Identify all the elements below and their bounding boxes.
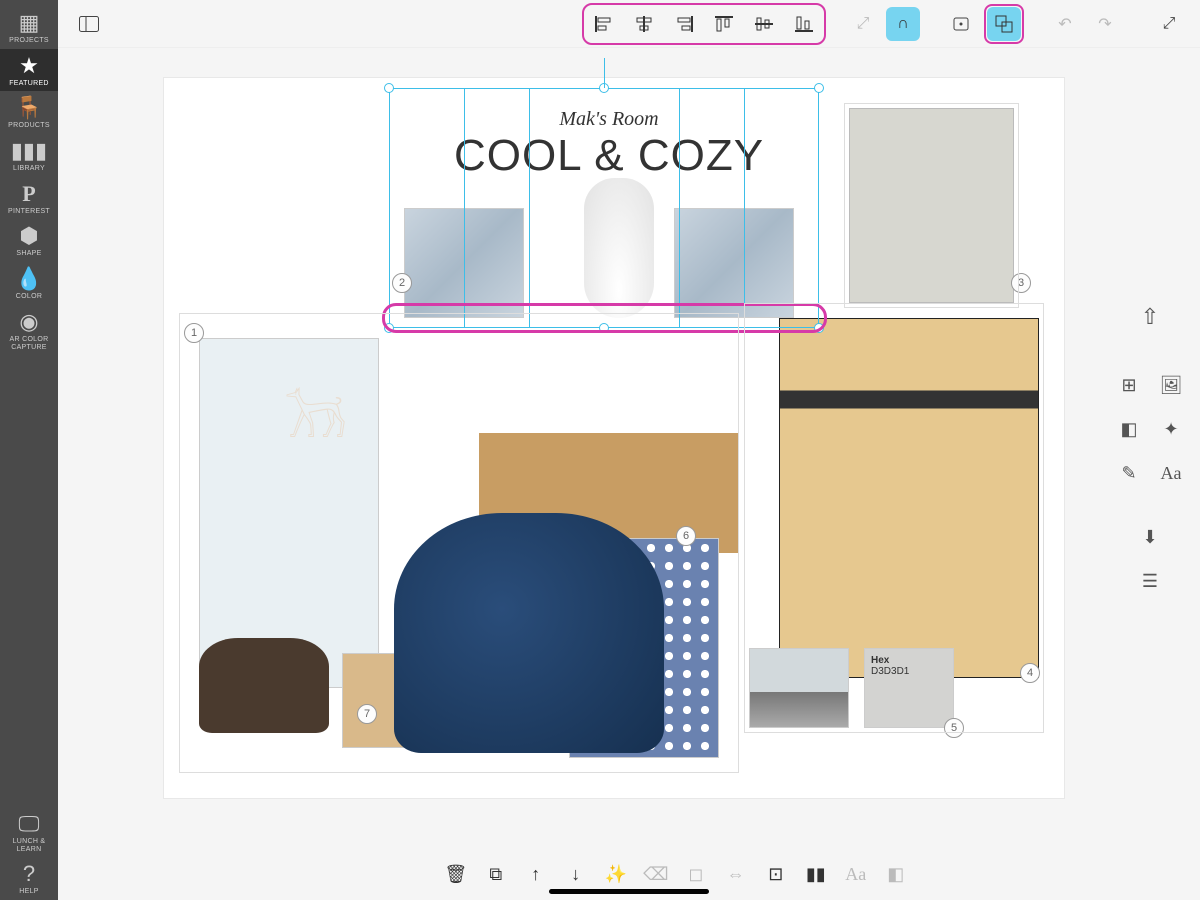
guide-line [464,88,465,328]
undo-button[interactable]: ↶ [1048,7,1082,41]
align-bottom-button[interactable] [786,7,822,41]
sidebar-item-help[interactable]: ? HELP [0,857,58,900]
home-indicator [549,889,709,894]
text-tool-button[interactable]: Aa [1154,456,1188,490]
swatch-add-button[interactable]: ◧ [882,860,910,888]
mask-button[interactable]: ◻ [682,860,710,888]
duplicate-button[interactable]: ⧉ [482,860,510,888]
align-left-button[interactable] [586,7,622,41]
question-icon: ? [23,863,35,885]
eraser-button[interactable]: ⌫ [642,860,670,888]
left-sidebar: ▦ PROJECTS ★ FEATURED 🪑 PRODUCTS ▮▮▮ LIB… [0,0,58,900]
right-panel: ⇧ ⊞ 🖼 ◧ ✦ ✎ Aa ⬇ ☰ [1112,300,1188,598]
transform-lock-button[interactable]: ⤢ [846,7,880,41]
fullscreen-button[interactable]: ⤢ [1152,7,1186,41]
sidebar-label: PROJECTS [9,37,49,45]
guide-line [529,88,530,328]
tv-icon: 🖵 [18,813,39,835]
moodboard-canvas[interactable]: 𓃡 Hex D3D3D1 [164,78,1064,798]
sidebar-item-products[interactable]: 🪑 PRODUCTS [0,91,58,134]
image-tool-button[interactable]: 🖼 [1154,368,1188,402]
books-icon: ▮▮▮ [11,140,47,162]
library-add-button[interactable]: ▮▮ [802,860,830,888]
guide-line [679,88,680,328]
share-button[interactable]: ⇧ [1133,300,1167,334]
guide-line [744,88,745,328]
chair-icon: 🪑 [15,97,42,119]
sidebar-label: PRODUCTS [8,122,50,130]
layers-button[interactable]: ☰ [1133,564,1167,598]
top-toolbar: ⤢ ∩ ↶ ↷ ⤢ [58,0,1200,48]
align-right-button[interactable] [666,7,702,41]
sidebar-label: LUNCH & LEARN [0,838,58,853]
sidebar-item-ar-color[interactable]: ◉ AR COLOR CAPTURE [0,305,58,355]
sidebar-item-library[interactable]: ▮▮▮ LIBRARY [0,134,58,177]
cube-icon: ⬢ [19,225,38,247]
sidebar-item-projects[interactable]: ▦ PROJECTS [0,6,58,49]
sidebar-label: FEATURED [9,80,49,88]
sidebar-label: SHAPE [16,250,41,258]
trash-button[interactable]: 🗑 [442,860,470,888]
align-hcenter-button[interactable] [626,7,662,41]
sidebar-item-color[interactable]: 💧 COLOR [0,262,58,305]
grid-tool-button[interactable]: ⊞ [1112,368,1146,402]
swatches-tool-button[interactable]: ◧ [1112,412,1146,446]
panel-icon [79,16,99,32]
align-top-button[interactable] [706,7,742,41]
sidebar-item-pinterest[interactable]: P PINTEREST [0,177,58,220]
aperture-icon: ◉ [19,311,38,333]
sidebar-item-shape[interactable]: ⬢ SHAPE [0,219,58,262]
import-button[interactable]: ⬇ [1133,520,1167,554]
sidebar-label: LIBRARY [13,165,45,173]
selection-box[interactable] [389,88,819,328]
bottom-toolbar: 🗑 ⧉ ↑ ↓ ✨ ⌫ ◻ ⇔ ⊡ ▮▮ Aa ◧ [442,860,910,888]
grid-icon: ▦ [19,12,40,34]
redo-button[interactable]: ↷ [1088,7,1122,41]
flip-button[interactable]: ⇔ [722,860,750,888]
send-backward-button[interactable]: ↓ [562,860,590,888]
compass-tool-button[interactable]: ✦ [1154,412,1188,446]
panel-toggle-button[interactable] [72,7,106,41]
lock-button[interactable] [944,7,978,41]
sidebar-item-featured[interactable]: ★ FEATURED [0,49,58,92]
crop-button[interactable]: ⊡ [762,860,790,888]
text-style-button[interactable]: Aa [842,860,870,888]
pencil-tool-button[interactable]: ✎ [1112,456,1146,490]
multi-select-button[interactable] [987,7,1021,41]
group-outline [179,313,739,773]
sidebar-label: COLOR [16,293,42,301]
group-outline [844,103,1019,308]
sidebar-item-lunch-learn[interactable]: 🖵 LUNCH & LEARN [0,807,58,857]
bring-forward-button[interactable]: ↑ [522,860,550,888]
magic-wand-button[interactable]: ✨ [602,860,630,888]
sidebar-label: HELP [19,888,39,896]
group-outline [744,303,1044,733]
star-icon: ★ [19,55,39,77]
align-vcenter-button[interactable] [746,7,782,41]
drop-icon: 💧 [15,268,42,290]
sidebar-label: PINTEREST [8,208,50,216]
snap-button[interactable]: ∩ [886,7,920,41]
pinterest-icon: P [22,183,35,205]
alignment-tools-highlight [582,3,826,45]
sidebar-label: AR COLOR CAPTURE [0,336,58,351]
center-guide [604,58,605,88]
